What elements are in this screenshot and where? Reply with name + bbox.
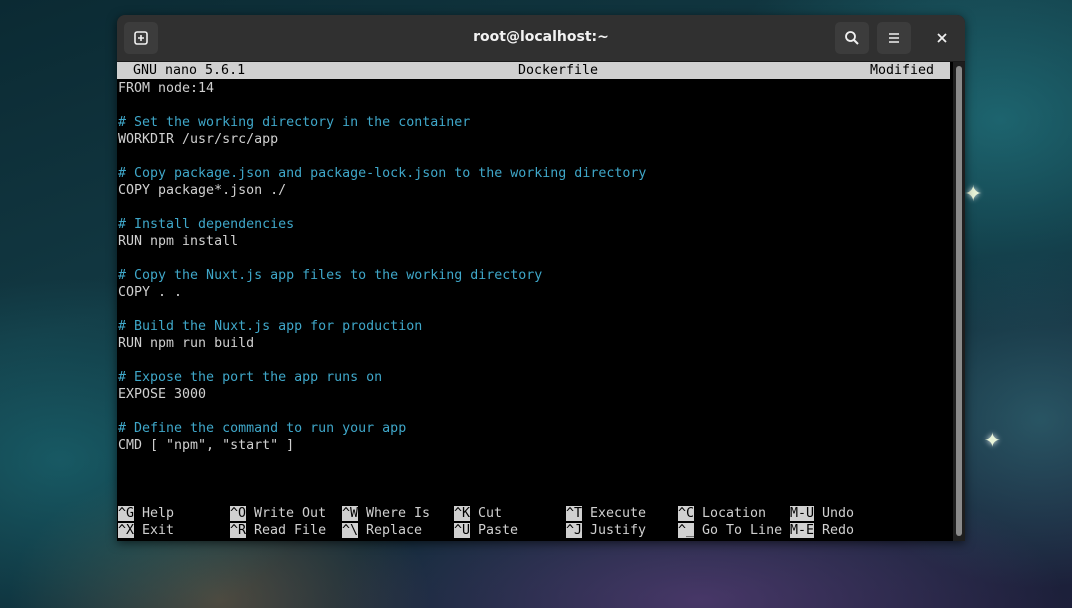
comment-line: # Copy package.json and package-lock.jso… [118,166,647,181]
nano-header-bar: GNU nano 5.6.1 Dockerfile Modified [117,62,950,79]
code-line: RUN npm install [118,234,239,249]
shortcut-item: ^C Location [678,505,766,522]
shortcut-item: ^_ Go To Line [678,522,782,539]
hamburger-menu-icon [889,33,899,43]
scrollbar[interactable] [953,62,965,541]
code-line: EXPOSE 3000 [118,387,207,402]
star-icon: ✦ [964,182,983,207]
shortcut-key: ^X [118,523,135,538]
code-line: COPY . . [118,285,183,300]
shortcut-item: ^J Justify [566,522,646,539]
code-line: RUN npm run build [118,336,255,351]
terminal-window: root@localhost:~ GNU nano 5.6.1 Dockerfi… [117,15,965,541]
shortcut-key: ^C [678,506,695,521]
code-line: COPY package*.json ./ [118,183,287,198]
comment-line: # Install dependencies [118,217,295,232]
shortcut-item: ^X Exit [118,522,174,539]
code-line: WORKDIR /usr/src/app [118,132,279,147]
shortcut-label: Execute [582,506,647,521]
shortcut-key: ^W [342,506,359,521]
shortcut-label: Redo [814,523,855,538]
shortcut-item: ^U Paste [454,522,518,539]
shortcut-label: Replace [358,523,423,538]
scrollbar-thumb[interactable] [956,66,962,536]
shortcut-label: Paste [470,523,519,538]
shortcut-label: Location [694,506,767,521]
shortcut-key: ^T [566,506,583,521]
shortcut-item: ^K Cut [454,505,502,522]
comment-line: # Expose the port the app runs on [118,370,383,385]
shortcut-label: Cut [470,506,503,521]
shortcut-label: Help [134,506,175,521]
shortcut-item: ^G Help [118,505,174,522]
menu-button[interactable] [877,22,911,54]
close-icon [937,33,947,43]
star-icon: ✦ [984,428,1001,452]
shortcut-item: ^W Where Is [342,505,430,522]
shortcut-key: M-E [790,523,815,538]
shortcut-item: M-U Undo [790,505,854,522]
shortcut-item: ^T Execute [566,505,646,522]
comment-line: # Define the command to run your app [118,421,407,436]
shortcut-label: Where Is [358,506,431,521]
shortcut-label: Go To Line [694,523,783,538]
shortcut-key: ^\ [342,523,359,538]
shortcut-key: ^_ [678,523,695,538]
shortcut-key: ^G [118,506,135,521]
code-line: CMD [ "npm", "start" ] [118,438,295,453]
shortcut-key: ^K [454,506,471,521]
shortcut-item: ^R Read File [230,522,326,539]
shortcut-item: ^\ Replace [342,522,422,539]
nano-version: GNU nano 5.6.1 [133,63,246,78]
search-button[interactable] [835,22,869,54]
shortcut-key: ^O [230,506,247,521]
comment-line: # Set the working directory in the conta… [118,115,471,130]
shortcut-key: M-U [790,506,815,521]
comment-line: # Build the Nuxt.js app for production [118,319,423,334]
shortcut-item: M-E Redo [790,522,854,539]
title-bar: root@localhost:~ [117,15,965,62]
shortcut-label: Read File [246,523,327,538]
close-button[interactable] [925,22,959,54]
shortcut-label: Write Out [246,506,327,521]
file-name: Dockerfile [518,63,599,78]
comment-line: # Copy the Nuxt.js app files to the work… [118,268,543,283]
shortcut-label: Justify [582,523,647,538]
shortcut-label: Exit [134,523,175,538]
shortcut-key: ^U [454,523,471,538]
search-icon [845,31,859,45]
shortcut-item: ^O Write Out [230,505,326,522]
shortcut-key: ^J [566,523,583,538]
shortcut-key: ^R [230,523,247,538]
terminal-area[interactable]: GNU nano 5.6.1 Dockerfile Modified FROM … [117,62,953,541]
code-line: FROM node:14 [118,81,215,96]
shortcut-label: Undo [814,506,855,521]
file-status: Modified [870,63,935,78]
